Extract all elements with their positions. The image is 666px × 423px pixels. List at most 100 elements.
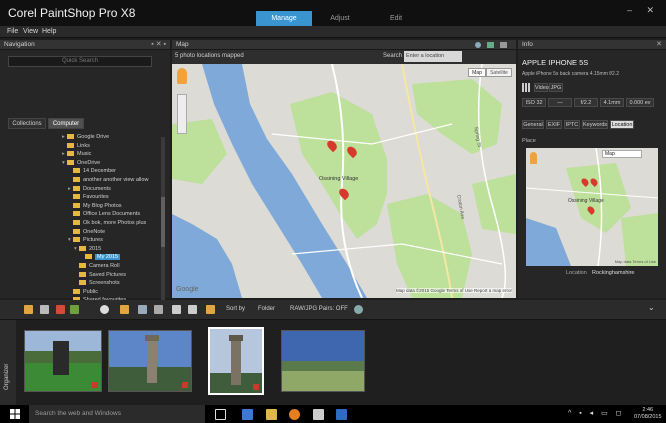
task-view-icon[interactable]: [215, 409, 226, 420]
collapse-chevron-icon[interactable]: ⌄: [648, 303, 655, 312]
people-icon[interactable]: [100, 305, 109, 314]
folder-tree-item[interactable]: another another view allow: [68, 177, 148, 185]
title-bar: Corel PaintShop Pro X8 Manage Adjust Edi…: [0, 0, 666, 26]
folder-tree-item[interactable]: Camera Roll: [74, 263, 120, 271]
folder-tree-item[interactable]: ▾ 2015: [74, 245, 101, 254]
folder-tree-item[interactable]: ▾ Pictures: [68, 237, 103, 245]
sort-folder-select[interactable]: Folder: [258, 306, 275, 312]
place-label: Place: [522, 138, 536, 144]
folder-label: Favourites: [83, 194, 109, 201]
redo-icon[interactable]: [188, 305, 197, 314]
firefox-icon[interactable]: [289, 409, 300, 420]
menu-view[interactable]: View: [23, 28, 38, 35]
settings-icon[interactable]: [354, 305, 363, 314]
folder-tree-item[interactable]: My 2015: [80, 254, 121, 262]
photo-thumbnail[interactable]: [108, 330, 192, 392]
paintshop-taskbar-icon[interactable]: [336, 409, 347, 420]
store-icon[interactable]: [313, 409, 324, 420]
info-tab-exif[interactable]: EXIF: [546, 120, 562, 129]
tag-green-icon[interactable]: [70, 305, 79, 314]
folder-tree-item[interactable]: ▸ Documents: [68, 185, 111, 194]
tab-manage[interactable]: Manage: [256, 11, 312, 26]
details-view-icon[interactable]: [40, 305, 49, 314]
zoom-slider[interactable]: [177, 94, 187, 134]
tab-computer[interactable]: Computer: [48, 118, 84, 129]
folder-icon: [79, 271, 86, 277]
taskbar-search-input[interactable]: Search the web and Windows: [29, 405, 205, 423]
folder-label: OneNote: [83, 228, 106, 235]
taskbar-clock[interactable]: 2:46 07/08/2015: [634, 407, 662, 421]
navigation-panel: Navigation ▪ ✕ ▪ Quick Search Collection…: [0, 40, 170, 327]
tag-red-icon[interactable]: [56, 305, 65, 314]
info-tab-iptc[interactable]: IPTC: [564, 120, 580, 129]
photo-thumbnail[interactable]: [24, 330, 102, 392]
tab-adjust[interactable]: Adjust: [312, 11, 368, 26]
folder-tree-item[interactable]: My Blog Photos: [68, 202, 122, 211]
windows-start-icon[interactable]: [10, 409, 20, 419]
filter-icon[interactable]: [206, 305, 215, 314]
info-mini-map[interactable]: Map Ossining Village Map data Terms of U…: [526, 148, 658, 266]
folder-tree-item[interactable]: Links: [62, 142, 90, 151]
undo-icon[interactable]: [172, 305, 181, 314]
map-view[interactable]: Map Satellite Ossining Village Spring St…: [172, 64, 516, 298]
navigation-panel-controls[interactable]: ▪ ✕ ▪: [151, 40, 166, 48]
tab-collections[interactable]: Collections: [8, 118, 46, 129]
map-search-label: Search: [383, 53, 403, 59]
folder-label: Ok bok, more Photos plus: [83, 220, 147, 226]
folder-icon: [73, 211, 80, 217]
grid-view-icon[interactable]: [522, 83, 531, 92]
folder-tree-item[interactable]: 14 December: [68, 168, 116, 176]
windows-taskbar: Search the web and Windows ^ ▪ ◂ ▭ ◻ 2:4…: [0, 405, 666, 423]
organizer-side-tab[interactable]: Organizer: [0, 320, 16, 405]
menu-file[interactable]: File: [7, 28, 18, 35]
share-icon[interactable]: [120, 305, 129, 314]
folder-tree-item[interactable]: ▸ Music: [62, 151, 91, 159]
info-tab-keywords[interactable]: Keywords: [582, 120, 608, 129]
folder-label: OneDrive: [77, 159, 101, 166]
street-view-pegman-icon[interactable]: [177, 68, 187, 84]
folder-tree-item[interactable]: Public: [68, 288, 98, 297]
tag-badge: [182, 382, 188, 388]
folder-tree-item[interactable]: Saved Pictures: [74, 271, 126, 280]
folder-tree-item[interactable]: ▸ Google Drive: [62, 134, 109, 142]
menu-help[interactable]: Help: [42, 28, 56, 35]
map-panel-controls[interactable]: [472, 41, 512, 49]
folder-icon: [67, 159, 74, 165]
mini-map-attribution: Map data Terms of Use: [614, 259, 656, 264]
folder-label: Music: [77, 151, 92, 158]
folder-icon: [73, 194, 80, 200]
google-logo: Google: [176, 286, 199, 293]
folder-tree-item[interactable]: Ok bok, more Photos plus: [68, 220, 146, 228]
photo-thumbnail[interactable]: [281, 330, 365, 392]
folder-tree-item[interactable]: Favourites: [68, 194, 109, 202]
info-tab-location[interactable]: Location: [610, 120, 634, 129]
map-attribution[interactable]: Map data ©2015 Google Terms of Use Repor…: [395, 288, 512, 293]
tab-edit[interactable]: Edit: [368, 11, 424, 26]
scrollbar-thumb[interactable]: [161, 197, 165, 247]
map-type-satellite[interactable]: Satellite: [486, 68, 512, 77]
rotate-icon[interactable]: [138, 305, 147, 314]
location-label: Location: [566, 270, 587, 276]
mini-map-type-select[interactable]: Map: [602, 150, 642, 158]
folder-tree-item[interactable]: Screenshots: [74, 280, 120, 288]
street-view-pegman-icon[interactable]: [530, 152, 537, 164]
map-type-map[interactable]: Map: [468, 68, 486, 77]
folder-tree-item[interactable]: ▾ OneDrive: [62, 159, 101, 168]
folder-tree-item[interactable]: Office Lens Documents: [68, 211, 140, 219]
quick-search-input[interactable]: Quick Search: [8, 56, 152, 67]
system-tray-icons[interactable]: ^ ▪ ◂ ▭ ◻: [568, 409, 624, 417]
file-explorer-icon[interactable]: [266, 409, 277, 420]
navigation-scrollbar[interactable]: [161, 137, 165, 327]
thumbnail-view-icon[interactable]: [24, 305, 33, 314]
edge-browser-icon[interactable]: [242, 409, 253, 420]
map-header: Map: [172, 40, 516, 50]
info-panel-controls[interactable]: ✕: [656, 40, 662, 48]
location-search-input[interactable]: Enter a location: [404, 51, 462, 62]
photo-thumbnail-selected[interactable]: [208, 327, 264, 395]
info-tab-general[interactable]: General: [522, 120, 544, 129]
info-header: Info ✕: [518, 40, 666, 50]
window-controls[interactable]: – ✕: [627, 5, 660, 16]
raw-jpg-pairs-toggle[interactable]: RAW/JPG Pairs: OFF: [290, 306, 348, 312]
folder-tree-item[interactable]: OneNote: [68, 228, 106, 237]
select-icon[interactable]: [154, 305, 163, 314]
